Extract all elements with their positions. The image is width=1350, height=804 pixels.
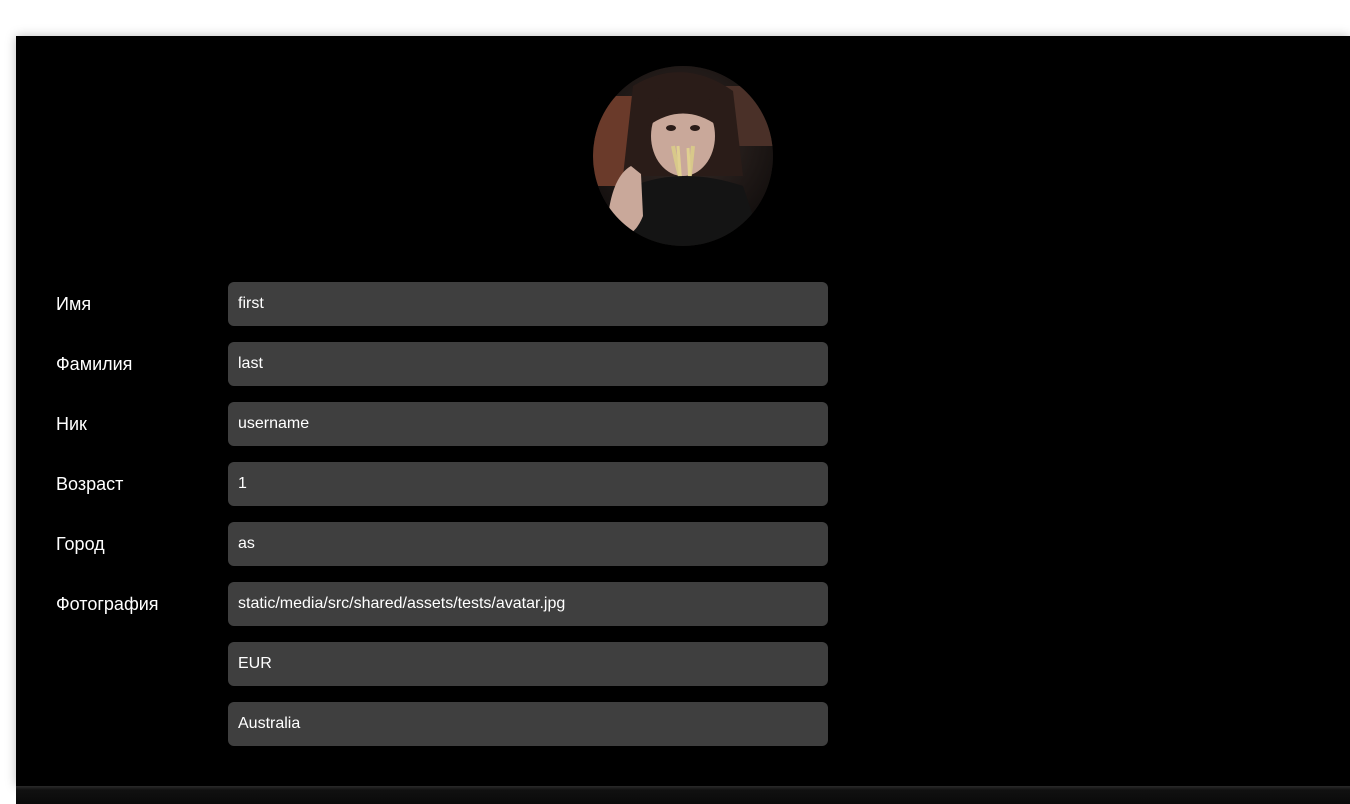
profile-card: Имя Фамилия Ник Возраст Город Фотография… [16, 36, 1350, 786]
username-row: Ник [56, 402, 828, 446]
age-input[interactable] [228, 462, 828, 506]
bottom-edge [16, 786, 1350, 804]
currency-row: EUR [56, 642, 828, 686]
country-row: Australia [56, 702, 828, 746]
last-name-label: Фамилия [56, 354, 133, 374]
city-label: Город [56, 534, 105, 554]
photo-url-input[interactable] [228, 582, 828, 626]
age-row: Возраст [56, 462, 828, 506]
first-name-row: Имя [56, 282, 828, 326]
age-label: Возраст [56, 474, 124, 494]
username-input[interactable] [228, 402, 828, 446]
username-label: Ник [56, 414, 87, 434]
currency-select[interactable]: EUR [228, 642, 828, 686]
photo-label: Фотография [56, 594, 159, 614]
city-row: Город [56, 522, 828, 566]
city-input[interactable] [228, 522, 828, 566]
last-name-input[interactable] [228, 342, 828, 386]
profile-avatar [593, 66, 773, 246]
country-select[interactable]: Australia [228, 702, 828, 746]
last-name-row: Фамилия [56, 342, 828, 386]
avatar-photo [593, 66, 773, 246]
first-name-label: Имя [56, 294, 92, 314]
photo-row: Фотография [56, 582, 828, 626]
first-name-input[interactable] [228, 282, 828, 326]
